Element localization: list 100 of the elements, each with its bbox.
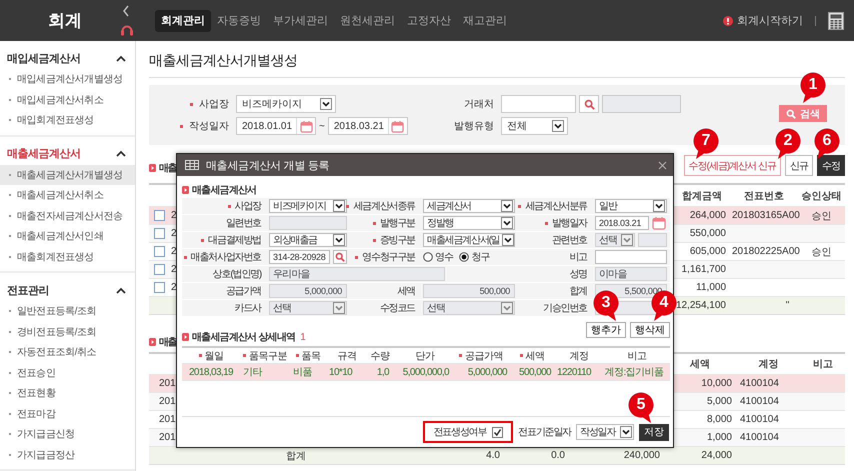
chevron-up-icon[interactable] <box>116 286 126 294</box>
radio-option[interactable]: 영수 <box>423 250 454 264</box>
field-label: 카드사 <box>234 302 261 315</box>
sidebar-item[interactable]: 전표마감 <box>0 404 135 424</box>
input-field[interactable]: 314-28-20928 <box>269 250 330 264</box>
checkbox[interactable] <box>154 228 164 239</box>
select-field[interactable]: 정발행 <box>423 216 515 230</box>
sidebar-item[interactable]: 전표현황 <box>0 383 135 404</box>
input-field[interactable] <box>501 95 576 113</box>
row-button[interactable]: 행삭제 <box>630 322 670 338</box>
caret-icon[interactable] <box>501 217 513 229</box>
close-button[interactable] <box>658 160 667 170</box>
callout-tooltip: 5 <box>628 392 654 423</box>
select-field[interactable]: 외상매출금 <box>269 233 347 247</box>
column-header: 규격 <box>338 350 356 362</box>
start-link[interactable]: 회계시작하기 <box>737 13 803 28</box>
save-button[interactable]: 저장 <box>639 424 669 440</box>
sidebar-item[interactable]: 가지급금정산 <box>0 444 135 465</box>
menu-tab[interactable]: 부가세관리 <box>267 10 334 32</box>
caret-icon[interactable] <box>501 200 513 212</box>
menu-tab[interactable]: 재고관리 <box>457 10 513 32</box>
sidebar-item[interactable]: 매출세금계산서개별생성 <box>0 164 135 185</box>
select-field[interactable]: 세금계산서 <box>423 199 515 213</box>
sidebar-item[interactable]: 일반전표등록/조회 <box>0 301 135 322</box>
action-button[interactable]: 수정 <box>817 155 845 176</box>
select-field[interactable]: 비즈메카이지 <box>236 95 336 113</box>
caret-icon[interactable] <box>320 98 332 110</box>
sidebar-item[interactable]: 매입세금계산서개별생성 <box>0 69 135 90</box>
table-cell-text: '' <box>784 299 790 313</box>
checkbox[interactable] <box>154 246 164 257</box>
chevron-up-icon[interactable] <box>116 54 126 62</box>
search-button[interactable] <box>579 95 599 113</box>
caret-icon[interactable] <box>552 120 564 132</box>
checkbox[interactable] <box>154 282 164 293</box>
sidebar-item[interactable]: 매출세금계산서취소 <box>0 185 135 206</box>
section-title[interactable]: 매입세금계산서 <box>7 50 80 66</box>
calendar-icon[interactable] <box>300 120 313 132</box>
date-field[interactable]: 2018.03.21 <box>328 117 408 135</box>
caret-icon[interactable] <box>620 426 632 438</box>
menu-tab[interactable]: 원천세관리 <box>334 10 401 32</box>
menu-tab[interactable]: 자동증빙 <box>211 10 267 32</box>
sidebar-item[interactable]: 가지급금신청 <box>0 424 135 444</box>
select-field[interactable]: 작성일자 <box>576 424 634 440</box>
menu-tab[interactable]: 회계관리 <box>155 10 211 32</box>
caret-icon[interactable] <box>333 234 345 246</box>
table-cell: 201 <box>159 396 176 407</box>
chevron-up-icon[interactable] <box>116 150 126 157</box>
search-icon <box>335 252 345 262</box>
caret-icon[interactable] <box>502 234 514 246</box>
search-icon <box>786 108 796 118</box>
checkbox-label: 전표생성여부 <box>433 426 486 439</box>
checkbox[interactable] <box>154 264 164 275</box>
column-header: 합계금액 <box>681 190 723 204</box>
input-field[interactable] <box>595 250 667 264</box>
section-title[interactable]: 매출세금계산서 <box>7 146 80 161</box>
select-field[interactable]: 비즈메카이지 <box>269 199 347 213</box>
checkbox[interactable] <box>154 210 164 221</box>
sidebar-item[interactable]: 전표승인 <box>0 362 135 383</box>
caret-icon[interactable] <box>333 200 345 212</box>
table-cell-text: 기타 <box>243 366 262 379</box>
menu-tab[interactable]: 고정자산 <box>401 10 457 32</box>
date-field[interactable]: 2018.01.01 <box>236 117 316 135</box>
select-field[interactable]: 전체 <box>501 117 568 135</box>
section-title: 매출세금계산서 <box>192 184 256 197</box>
table-cell: 5,000,000 <box>468 366 507 378</box>
radio-icon[interactable] <box>459 252 470 262</box>
headset-icon[interactable] <box>120 23 134 36</box>
row-button[interactable]: 행추가 <box>586 322 626 338</box>
table-cell-text: 4100104 <box>739 377 780 391</box>
input-field[interactable] <box>602 95 681 113</box>
sidebar-item[interactable]: 매출회계전표생성 <box>0 246 135 267</box>
sidebar-item[interactable]: 자동전표조회/취소 <box>0 342 135 362</box>
sidebar-item[interactable]: 매출세금계산서인쇄 <box>0 226 135 246</box>
table-cell-text: 605,000 <box>688 245 727 259</box>
input-field[interactable] <box>638 233 667 247</box>
table-cell-text: 550,000 <box>688 227 727 241</box>
section-title[interactable]: 전표관리 <box>7 282 49 298</box>
column-header: 세액 <box>526 350 544 362</box>
action-button[interactable]: 수정(세금)계산서 신규 <box>684 155 781 176</box>
radio-option[interactable]: 청구 <box>459 250 490 264</box>
calculator-icon[interactable] <box>828 12 844 30</box>
radio-icon[interactable] <box>423 252 433 262</box>
marker-icon <box>182 333 189 341</box>
field-label: 작성일자 <box>189 120 229 133</box>
table-cell-text: 201803165A00 <box>731 209 798 223</box>
sidebar-item[interactable]: 경비전표등록/조회 <box>0 322 135 342</box>
marker-icon <box>149 164 156 172</box>
date-field[interactable]: 2018.03.21 <box>595 216 649 230</box>
action-button[interactable]: 신규 <box>785 155 813 176</box>
sidebar-item[interactable]: 매입회계전표생성 <box>0 110 135 130</box>
collapse-icon[interactable] <box>122 5 130 17</box>
search-button[interactable] <box>333 250 347 264</box>
sidebar-item[interactable]: 매출전자세금계산서전송 <box>0 206 135 226</box>
column-header: 비고 <box>628 350 646 362</box>
select-field[interactable]: 매출세금계산서(일 <box>423 233 515 247</box>
caret-icon[interactable] <box>653 200 665 212</box>
select-field[interactable]: 일반 <box>595 199 667 213</box>
sidebar-item[interactable]: 매입세금계산서취소 <box>0 90 135 110</box>
checkbox[interactable] <box>492 426 504 438</box>
calendar-icon[interactable] <box>391 120 404 132</box>
